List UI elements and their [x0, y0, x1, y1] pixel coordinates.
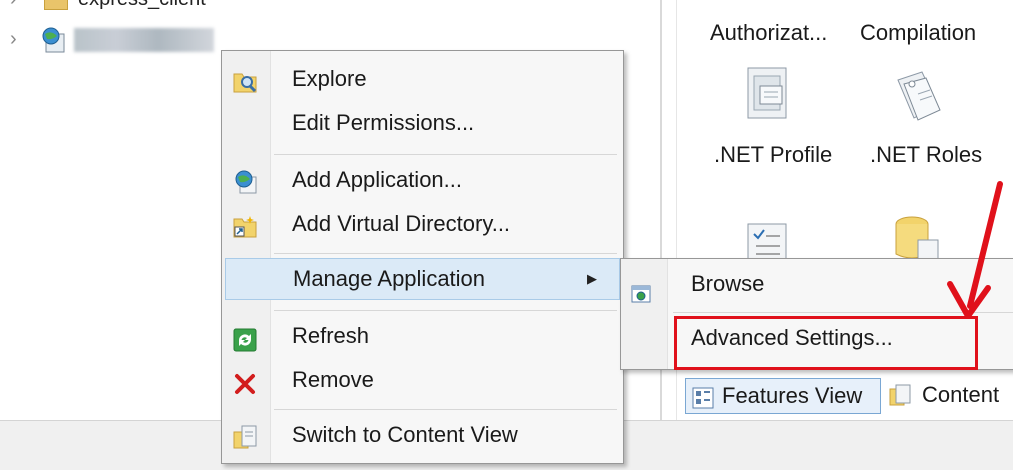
explore-icon [232, 66, 258, 93]
feature-net-roles[interactable]: .NET Roles [870, 142, 982, 168]
feature-compilation[interactable]: Compilation [860, 20, 976, 46]
menu-item-label: Explore [292, 66, 367, 91]
content-view-icon [232, 422, 258, 449]
menu-item-remove[interactable]: Remove [222, 359, 623, 401]
content-view-icon [888, 383, 912, 407]
menu-item-label: Add Virtual Directory... [292, 211, 511, 236]
checklist-icon[interactable] [746, 222, 790, 263]
site-globe-icon [38, 24, 68, 54]
content-view-tab[interactable]: Content [886, 378, 1013, 412]
submenu-arrow-icon: ▶ [587, 271, 597, 286]
menu-item-label: Add Application... [292, 167, 463, 192]
annotation-highlight-box [674, 316, 978, 370]
menu-item-add-virtual-directory[interactable]: Add Virtual Directory... [222, 203, 623, 245]
menu-item-label: Edit Permissions... [292, 110, 475, 135]
virtual-directory-icon [232, 211, 258, 238]
menu-separator [274, 253, 617, 254]
menu-item-manage-application[interactable]: Manage Application ▶ [225, 258, 620, 300]
tree-node-top[interactable]: express_client [78, 0, 206, 11]
features-view-label: Features View [722, 383, 863, 408]
net-profile-icon[interactable] [744, 66, 794, 126]
feature-authorization[interactable]: Authorizat... [710, 20, 827, 46]
menu-separator [274, 409, 617, 410]
features-view-tab[interactable]: Features View [685, 378, 881, 414]
menu-item-edit-permissions[interactable]: Edit Permissions... [222, 102, 623, 144]
feature-net-profile[interactable]: .NET Profile [714, 142, 832, 168]
menu-separator [274, 154, 617, 155]
database-icon[interactable] [890, 214, 942, 262]
menu-item-label: Switch to Content View [292, 422, 518, 447]
menu-item-switch-content-view[interactable]: Switch to Content View [222, 414, 623, 456]
menu-item-label: Remove [292, 367, 374, 392]
features-view-icon [692, 385, 714, 409]
refresh-icon [233, 324, 257, 352]
menu-item-add-application[interactable]: Add Application... [222, 159, 623, 201]
menu-item-refresh[interactable]: Refresh [222, 315, 623, 357]
menu-item-label: Refresh [292, 323, 370, 348]
annotation-arrow [947, 181, 1003, 319]
tree-expander-icon[interactable]: › [10, 28, 17, 51]
folder-icon [44, 0, 68, 10]
net-roles-icon[interactable] [888, 66, 948, 126]
browse-icon [631, 275, 651, 303]
add-application-icon [232, 167, 258, 194]
menu-item-label: Manage Application [293, 266, 486, 291]
remove-icon [233, 368, 257, 394]
content-view-label: Content [922, 382, 1000, 407]
menu-item-explore[interactable]: Explore [222, 58, 623, 100]
menu-separator [274, 310, 617, 311]
context-menu: Explore Edit Permissions... Add Applicat… [221, 50, 624, 464]
tree-node-site[interactable] [74, 28, 214, 52]
menu-item-label: Browse [691, 271, 765, 296]
tree-expander-icon[interactable]: › [10, 0, 17, 11]
